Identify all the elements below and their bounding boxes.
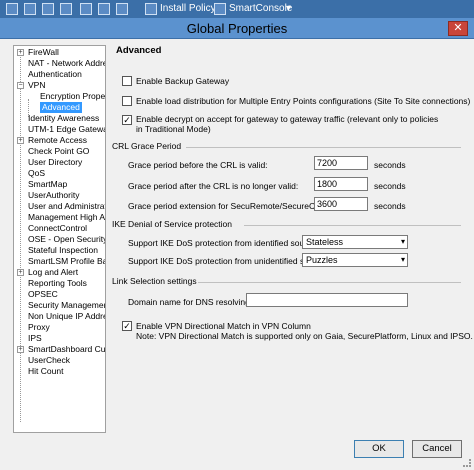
tree-item-authentication[interactable]: Authentication bbox=[28, 69, 105, 80]
chevron-down-icon: ▾ bbox=[400, 237, 405, 246]
tree-item-non-unique-ip[interactable]: Non Unique IP Address Ranges bbox=[28, 311, 105, 322]
tree-item-ose[interactable]: OSE - Open Security Extension bbox=[28, 234, 105, 245]
grace-extension-unit: seconds bbox=[374, 201, 406, 211]
cancel-button[interactable]: Cancel bbox=[412, 440, 462, 458]
crl-grace-period-heading: CRL Grace Period bbox=[112, 141, 182, 151]
smartconsole-icon[interactable] bbox=[214, 3, 226, 15]
enable-decrypt-label-line2: in Traditional Mode) bbox=[136, 124, 211, 134]
check-icon[interactable] bbox=[98, 3, 110, 15]
menu-icon[interactable] bbox=[6, 3, 18, 15]
page-title: Advanced bbox=[116, 45, 162, 56]
tree-item-hit-count[interactable]: Hit Count bbox=[28, 366, 105, 377]
properties-tree[interactable]: + FireWall NAT - Network Address Transla… bbox=[13, 45, 106, 433]
grace-before-input[interactable]: 7200 bbox=[314, 156, 368, 170]
enable-load-distribution-label: Enable load distribution for Multiple En… bbox=[136, 96, 471, 106]
tree-item-userauthority[interactable]: UserAuthority bbox=[28, 190, 105, 201]
resize-grip[interactable] bbox=[463, 459, 471, 467]
enable-decrypt-label-line1: Enable decrypt on accept for gateway to … bbox=[136, 114, 439, 124]
grace-after-label: Grace period after the CRL is no longer … bbox=[128, 181, 299, 191]
tree-expander-remote-access[interactable]: + bbox=[17, 137, 24, 144]
tree-item-nat[interactable]: NAT - Network Address Translation bbox=[28, 58, 105, 69]
ike-dos-heading: IKE Denial of Service protection bbox=[112, 219, 233, 229]
close-button[interactable]: ✕ bbox=[448, 21, 468, 36]
tree-expander-vpn[interactable]: − bbox=[17, 82, 24, 89]
tree-item-smartlsm[interactable]: SmartLSM Profile Based Management bbox=[28, 256, 105, 267]
tree-item-log-and-alert[interactable]: Log and Alert bbox=[28, 267, 105, 278]
enable-backup-gateway-checkbox[interactable] bbox=[122, 76, 132, 86]
tree-item-vpn[interactable]: VPN bbox=[28, 80, 105, 91]
ike-identified-select[interactable]: Stateless ▾ bbox=[302, 235, 408, 249]
tools-icon[interactable] bbox=[80, 3, 92, 15]
ok-button[interactable]: OK bbox=[354, 440, 404, 458]
ike-identified-label: Support IKE DoS protection from identifi… bbox=[128, 238, 317, 248]
vpn-directional-match-checkbox[interactable]: ✓ bbox=[122, 321, 132, 331]
tree-item-remote-access[interactable]: Remote Access bbox=[28, 135, 105, 146]
tree-item-stateful-inspection[interactable]: Stateful Inspection bbox=[28, 245, 105, 256]
tree-item-qos[interactable]: QoS bbox=[28, 168, 105, 179]
grace-extension-label: Grace period extension for SecuRemote/Se… bbox=[128, 201, 334, 211]
smartconsole-menu[interactable]: SmartConsole bbox=[229, 3, 292, 14]
tree-item-management-ha[interactable]: Management High Availability bbox=[28, 212, 105, 223]
tree-guide-line bbox=[20, 54, 21, 422]
tree-item-connectcontrol[interactable]: ConnectControl bbox=[28, 223, 105, 234]
tree-item-smartmap[interactable]: SmartMap bbox=[28, 179, 105, 190]
grace-before-label: Grace period before the CRL is valid: bbox=[128, 160, 268, 170]
tree-item-firewall[interactable]: FireWall bbox=[28, 47, 105, 58]
tree-expander-smartdashboard-customization[interactable]: + bbox=[17, 346, 24, 353]
window-title: Global Properties bbox=[186, 21, 288, 36]
tree-item-security-management-access[interactable]: Security Management Access bbox=[28, 300, 105, 311]
grace-before-unit: seconds bbox=[374, 160, 406, 170]
dns-domain-input[interactable] bbox=[246, 293, 408, 307]
dns-domain-label: Domain name for DNS resolving: bbox=[128, 297, 253, 307]
vpn-directional-match-note: Note: VPN Directional Match is supported… bbox=[136, 331, 473, 341]
ike-section-divider bbox=[244, 225, 461, 226]
tree-item-user-directory[interactable]: User Directory bbox=[28, 157, 105, 168]
crl-section-divider bbox=[186, 147, 461, 148]
install-policy-button[interactable]: Install Policy bbox=[160, 3, 216, 14]
advanced-settings-pane: Advanced Enable Backup Gateway Enable lo… bbox=[112, 45, 473, 433]
tree-item-advanced[interactable]: Advanced bbox=[40, 102, 82, 113]
top-toolbar: Install Policy SmartConsole ▾ bbox=[0, 0, 474, 18]
ike-unidentified-label: Support IKE DoS protection from unidenti… bbox=[128, 256, 326, 266]
tree-expander-firewall[interactable]: + bbox=[17, 49, 24, 56]
link-section-divider bbox=[198, 282, 461, 283]
tree-item-reporting-tools[interactable]: Reporting Tools bbox=[28, 278, 105, 289]
tree-item-usercheck[interactable]: UserCheck bbox=[28, 355, 105, 366]
tree-item-ips[interactable]: IPS bbox=[28, 333, 105, 344]
enable-backup-gateway-label: Enable Backup Gateway bbox=[136, 76, 230, 86]
enable-decrypt-checkbox[interactable]: ✓ bbox=[122, 115, 132, 125]
tree-item-encryption-properties[interactable]: Encryption Properties bbox=[40, 91, 105, 102]
chevron-down-icon: ▾ bbox=[400, 255, 405, 264]
window-title-bar: Global Properties ✕ bbox=[0, 18, 474, 39]
tree-item-identity-awareness[interactable]: Identity Awareness bbox=[28, 113, 105, 124]
grace-extension-input[interactable]: 3600 bbox=[314, 197, 368, 211]
enable-load-distribution-checkbox[interactable] bbox=[122, 96, 132, 106]
link-selection-heading: Link Selection settings bbox=[112, 276, 197, 286]
grace-after-input[interactable]: 1800 bbox=[314, 177, 368, 191]
ike-unidentified-select[interactable]: Puzzles ▾ bbox=[302, 253, 408, 267]
tree-item-utm-edge-gateway[interactable]: UTM-1 Edge Gateway bbox=[28, 124, 105, 135]
tree-item-check-point-go[interactable]: Check Point GO bbox=[28, 146, 105, 157]
ike-unidentified-value: Puzzles bbox=[306, 255, 338, 265]
ike-identified-value: Stateless bbox=[306, 237, 344, 247]
tree-item-proxy[interactable]: Proxy bbox=[28, 322, 105, 333]
tree-item-opsec[interactable]: OPSEC bbox=[28, 289, 105, 300]
folder-icon[interactable] bbox=[42, 3, 54, 15]
install-policy-icon[interactable] bbox=[145, 3, 157, 15]
refresh-icon[interactable] bbox=[116, 3, 128, 15]
vpn-directional-match-label: Enable VPN Directional Match in VPN Colu… bbox=[136, 321, 311, 331]
copy-icon[interactable] bbox=[60, 3, 72, 15]
chevron-down-icon[interactable]: ▾ bbox=[286, 3, 291, 14]
tree-item-smartdashboard-customization[interactable]: SmartDashboard Customization bbox=[28, 344, 105, 355]
tree-expander-log-and-alert[interactable]: + bbox=[17, 269, 24, 276]
grace-after-unit: seconds bbox=[374, 181, 406, 191]
save-icon[interactable] bbox=[24, 3, 36, 15]
tree-item-user-admin-expiration[interactable]: User and Administrator Expiration bbox=[28, 201, 105, 212]
